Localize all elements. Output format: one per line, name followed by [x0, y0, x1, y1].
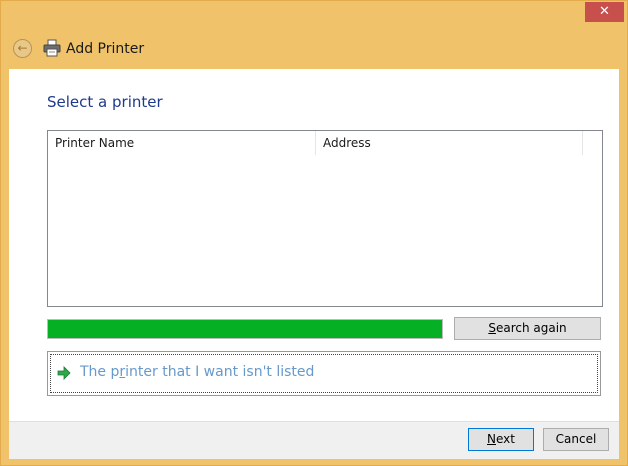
printer-not-listed-label: The printer that I want isn't listed [80, 364, 315, 380]
search-progress-bar [47, 319, 443, 339]
close-icon: ✕ [599, 4, 610, 19]
close-button[interactable]: ✕ [585, 2, 624, 22]
printer-list-header: Printer Name Address [48, 131, 583, 155]
printer-not-listed-link[interactable]: The printer that I want isn't listed [47, 351, 601, 396]
window-title: Add Printer [66, 41, 145, 57]
wizard-footer: Next Cancel [9, 421, 619, 459]
cancel-button[interactable]: Cancel [543, 428, 609, 451]
page-title: Select a printer [47, 93, 163, 111]
search-again-button[interactable]: Search again [454, 317, 601, 340]
back-button[interactable]: ← [13, 39, 32, 58]
back-arrow-icon: ← [17, 41, 28, 55]
column-header-address[interactable]: Address [316, 131, 583, 155]
wizard-content: Select a printer Printer Name Address Se… [9, 69, 619, 421]
search-progress-fill [48, 320, 442, 338]
printer-icon [43, 39, 61, 57]
wizard-header: ← Add Printer [1, 23, 627, 69]
printer-list[interactable]: Printer Name Address [47, 130, 603, 307]
add-printer-window: ✕ ← Add Printer Select a printer Printer… [0, 0, 628, 466]
green-arrow-icon [57, 366, 71, 380]
column-header-printer-name[interactable]: Printer Name [48, 131, 316, 155]
next-button[interactable]: Next [468, 428, 534, 451]
